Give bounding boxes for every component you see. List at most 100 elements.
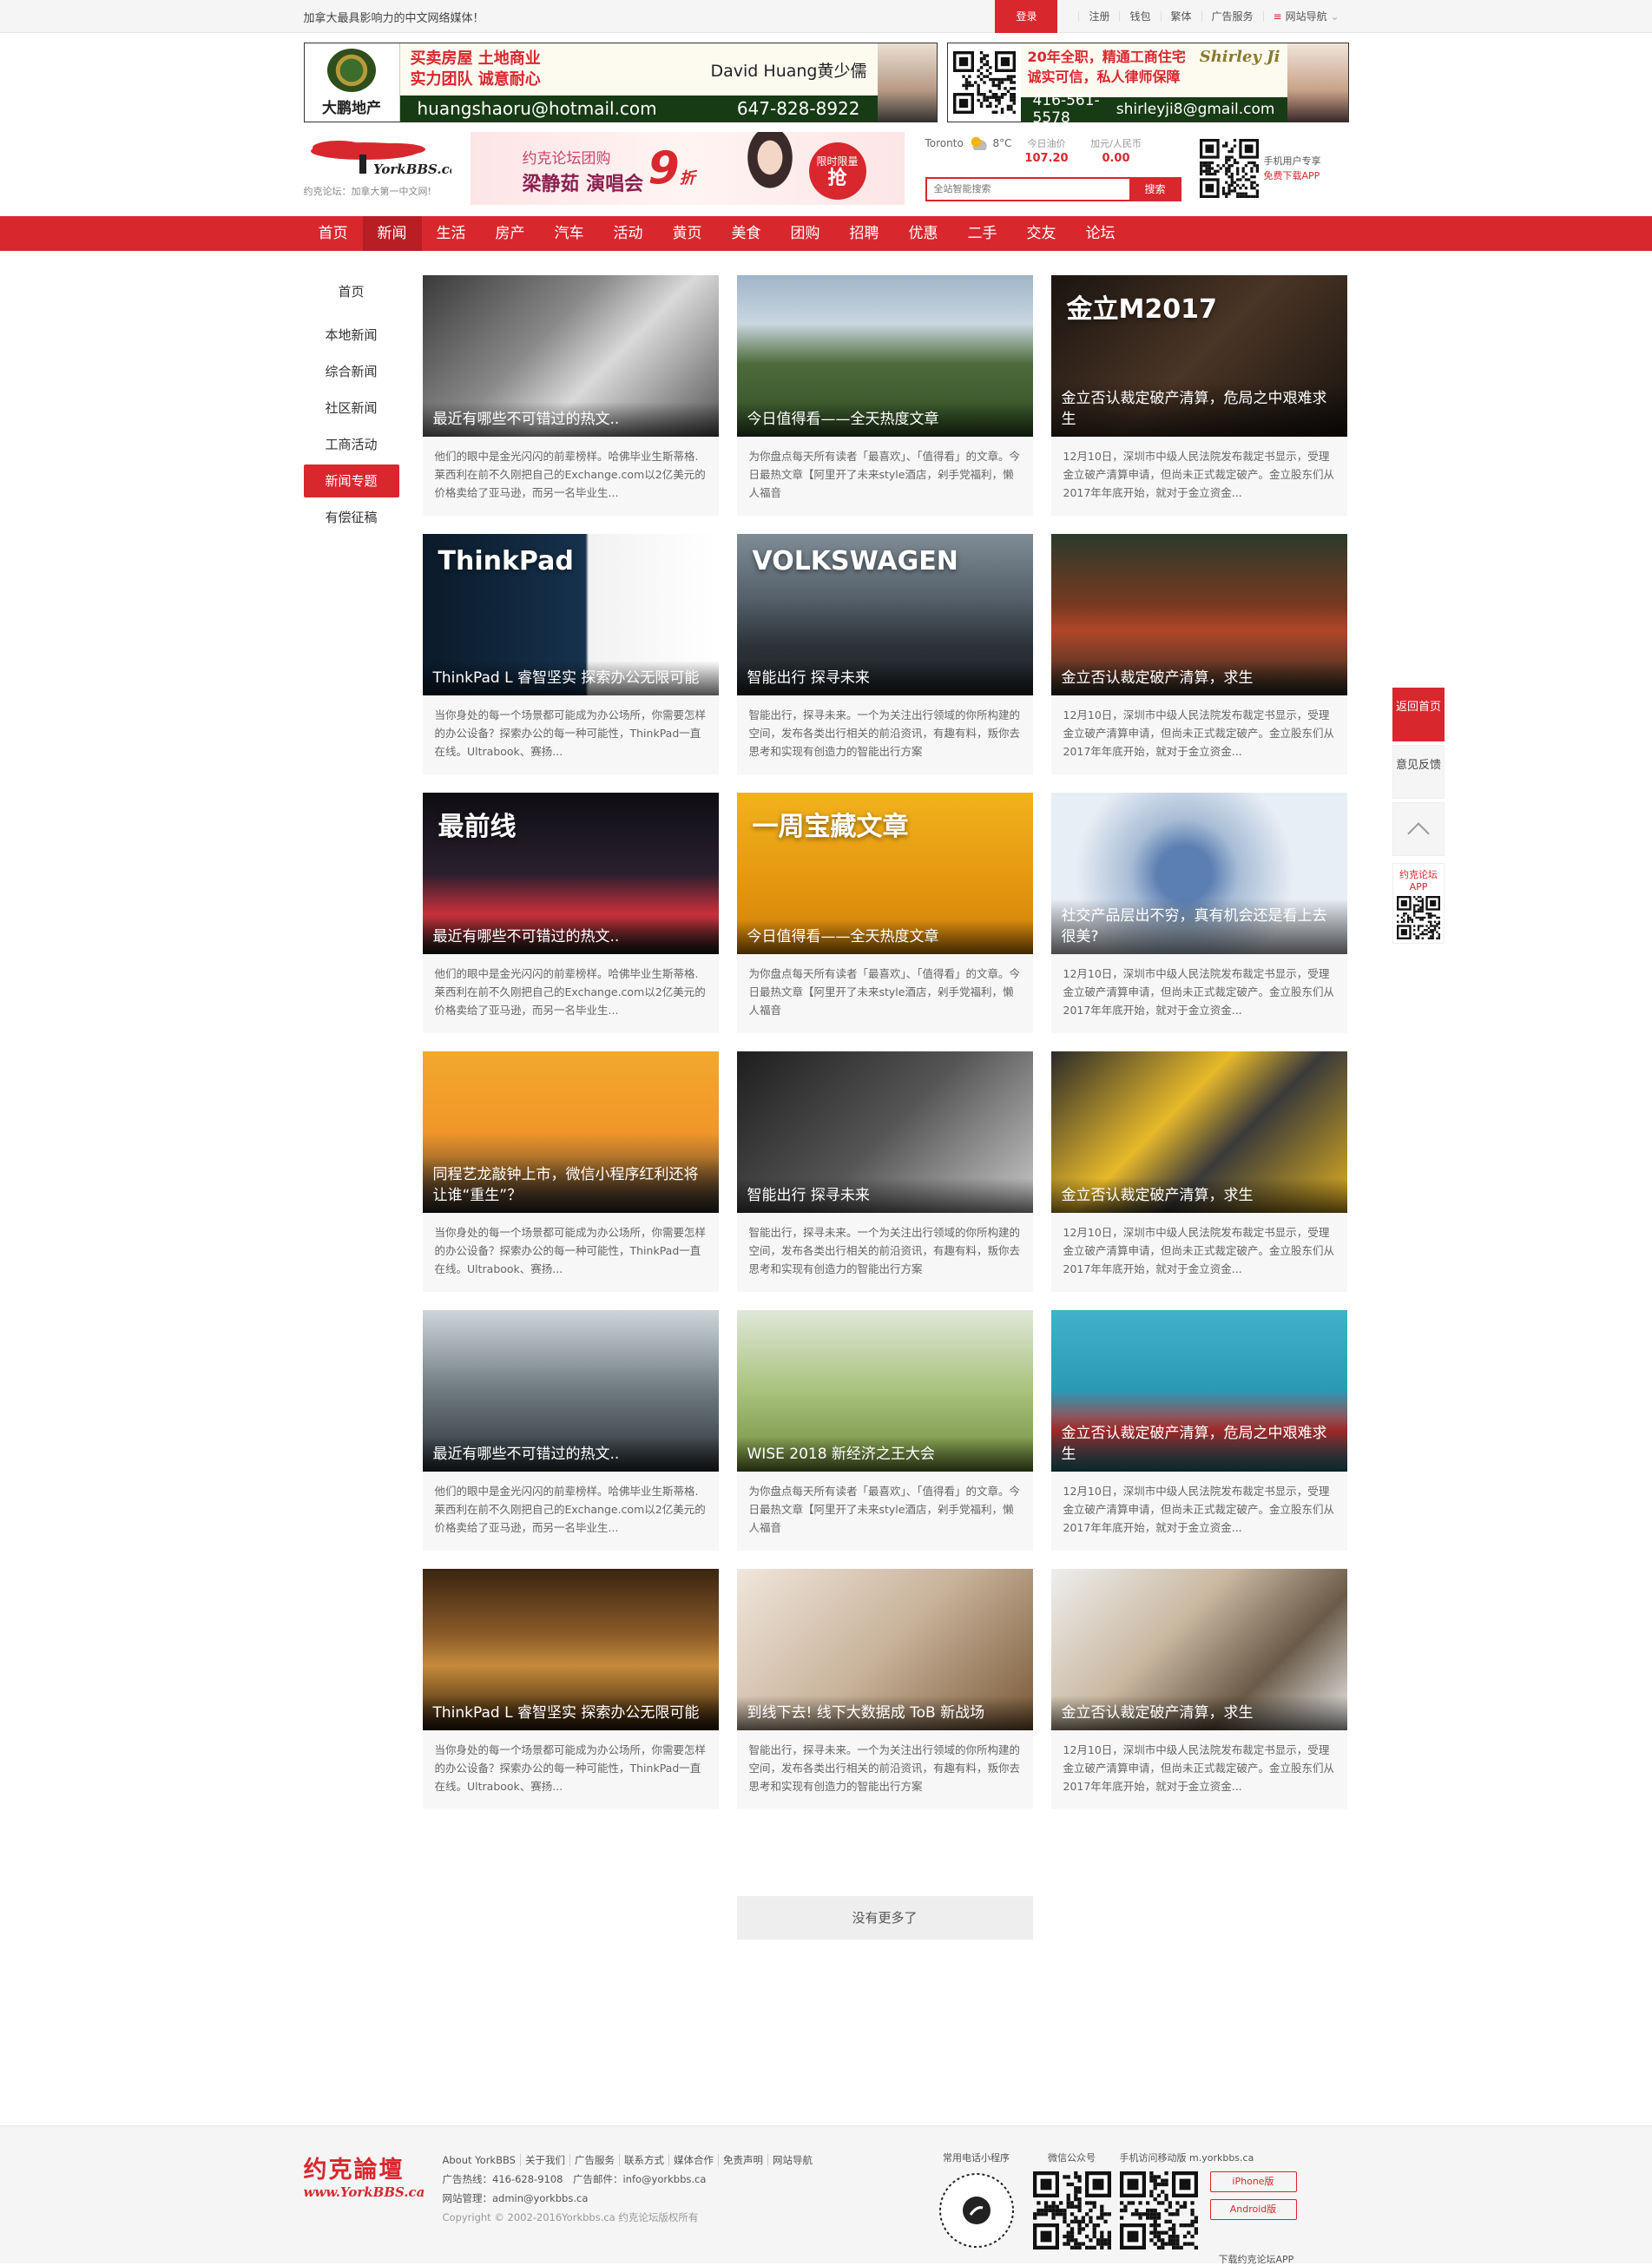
- news-card[interactable]: 金立否认裁定破产清算，求生 12月10日，深圳市中级人民法院发布裁定书显示，受理金…: [1050, 1051, 1347, 1292]
- search-button[interactable]: 搜索: [1129, 176, 1181, 201]
- nav-item[interactable]: 生活: [422, 216, 481, 251]
- nav-item[interactable]: 新闻: [362, 216, 422, 251]
- news-card[interactable]: 一周宝藏文章 今日值得看——全天热度文章 为你盘点每天所有读者「最喜欢」、「值得看」…: [736, 793, 1033, 1033]
- footer-link[interactable]: 媒体合作: [668, 2154, 718, 2166]
- news-card-title[interactable]: 今日值得看——全天热度文章: [736, 402, 1033, 437]
- news-card-title[interactable]: 最近有哪些不可错过的热文..: [422, 919, 719, 954]
- float-toolbar: 返回首页 意见反馈 约克论坛APP: [1392, 688, 1445, 944]
- nav-item[interactable]: 论坛: [1071, 216, 1130, 251]
- wallet-link[interactable]: 钱包: [1119, 11, 1160, 22]
- main-nav: 首页 新闻 生活 房产 汽车 活动 黄页 美食 团购 招聘 优惠 二手 交友 论坛: [0, 216, 1652, 251]
- footer-link[interactable]: About YorkBBS: [443, 2154, 520, 2166]
- register-link[interactable]: 注册: [1078, 11, 1119, 22]
- news-card[interactable]: 同程艺龙敲钟上市，微信小程序红利还将让谁“重生”？ 当你身处的每一个场景都可能成为…: [422, 1051, 719, 1292]
- footer-logo[interactable]: 约克論壇 www.YorkBBS.ca: [304, 2151, 443, 2266]
- news-card[interactable]: ThinkPad L 睿智坚实 探索办公无限可能当你身处的每一个场景都可能成为办…: [422, 1569, 719, 1809]
- side-menu-item[interactable]: 本地新闻: [304, 319, 399, 352]
- footer-link[interactable]: 联系方式: [618, 2154, 668, 2166]
- ad-banner-realestate[interactable]: 大鹏地产 买卖房屋 土地商业 实力团队 诚意耐心 David Huang黄少儒 h…: [303, 43, 938, 122]
- news-card[interactable]: 今日值得看——全天热度文章 为你盘点每天所有读者「最喜欢」、「值得看」的文章。今日…: [736, 275, 1033, 516]
- news-card-title[interactable]: ThinkPad L 睿智坚实 探索办公无限可能: [422, 1696, 719, 1730]
- group-buy-banner[interactable]: 约克论坛团购 梁静茹 演唱会 9折 限时限量抢: [470, 132, 905, 205]
- nav-item[interactable]: 首页: [304, 216, 363, 251]
- news-card[interactable]: 到线下去! 线下大数据成 ToB 新战场 智能出行，探寻未来。一个为关注出行领域的…: [736, 1569, 1033, 1809]
- news-card[interactable]: 最近有哪些不可错过的热文.. 他们的眼中是金光闪闪的前辈榜样。哈佛毕业生斯蒂格.莱…: [422, 275, 719, 516]
- app-qr-box[interactable]: 约克论坛APP: [1392, 863, 1445, 944]
- news-card-title[interactable]: 最近有哪些不可错过的热文..: [422, 402, 719, 437]
- news-card-summary: 智能出行，探寻未来。一个为关注出行领域的你所构建的空间，发布各类出行相关的前沿资…: [748, 1226, 1021, 1275]
- chevron-down-icon: ⌄: [1330, 10, 1339, 23]
- news-card-title[interactable]: 今日值得看——全天热度文章: [736, 919, 1033, 954]
- site-logo[interactable]: YorkBBS.ca 约克论坛：加拿大第一中文网!: [304, 139, 460, 198]
- news-card[interactable]: 金立M2017 金立否认裁定破产清算，危局之中艰难求生 12月10日，深圳市中级人民…: [1050, 275, 1347, 516]
- news-card-title[interactable]: 金立否认裁定破产清算，危局之中艰难求生: [1050, 1416, 1347, 1472]
- news-card-title[interactable]: 社交产品层出不穷，真有机会还是看上去很美?: [1050, 899, 1347, 954]
- nav-item[interactable]: 招聘: [835, 216, 894, 251]
- news-card-title[interactable]: 金立否认裁定破产清算，求生: [1050, 1696, 1347, 1730]
- header: YorkBBS.ca 约克论坛：加拿大第一中文网! 约克论坛团购 梁静茹 演唱会…: [304, 129, 1349, 207]
- nav-item[interactable]: 二手: [953, 216, 1012, 251]
- news-card-title[interactable]: 最近有哪些不可错过的热文..: [422, 1437, 719, 1472]
- news-card-summary: 他们的眼中是金光闪闪的前辈榜样。哈佛毕业生斯蒂格.莱西利在前不久刚把自己的Exc…: [434, 1485, 706, 1534]
- singer-photo: [734, 132, 805, 205]
- side-menu-item[interactable]: 工商活动: [304, 428, 399, 461]
- news-card-summary: 当你身处的每一个场景都可能成为办公场所，你需要怎样的办公设备？探索办公的每一种可…: [434, 1743, 707, 1793]
- news-card[interactable]: 最前线 最近有哪些不可错过的热文.. 他们的眼中是金光闪闪的前辈榜样。哈佛毕业生斯蒂…: [422, 793, 719, 1033]
- news-card-title[interactable]: ThinkPad L 睿智坚实 探索办公无限可能: [422, 661, 719, 695]
- traditional-chinese-link[interactable]: 繁体: [1160, 11, 1201, 22]
- info-panel: Toronto8°C 今日油价107.20 加元/人民币0.00 搜索: [925, 135, 1182, 201]
- scroll-top-button[interactable]: [1392, 802, 1445, 856]
- news-card[interactable]: ThinkPad ThinkPad L 睿智坚实 探索办公无限可能 当你身处的每一个…: [422, 534, 719, 774]
- nav-item[interactable]: 优惠: [894, 216, 953, 251]
- image-overlay-text: ThinkPad: [438, 546, 574, 576]
- news-card-title[interactable]: 到线下去! 线下大数据成 ToB 新战场: [736, 1696, 1033, 1730]
- side-menu-item[interactable]: 社区新闻: [304, 392, 399, 425]
- news-card[interactable]: 金立否认裁定破产清算，求生 12月10日，深圳市中级人民法院发布裁定书显示，受理金…: [1050, 1569, 1347, 1809]
- search-input[interactable]: [925, 176, 1129, 201]
- news-card[interactable]: 最近有哪些不可错过的热文.. 他们的眼中是金光闪闪的前辈榜样。哈佛毕业生斯蒂格.莱…: [422, 1310, 719, 1551]
- app-download[interactable]: 手机用户专享 免费下载APP: [1199, 139, 1321, 198]
- nav-item[interactable]: 黄页: [658, 216, 717, 251]
- news-card-title[interactable]: 金立否认裁定破产清算，求生: [1050, 661, 1347, 695]
- news-card-summary: 12月10日，深圳市中级人民法院发布裁定书显示，受理金立破产清算申请，但尚未正式…: [1063, 1743, 1335, 1793]
- news-card[interactable]: 金立否认裁定破产清算，危局之中艰难求生 12月10日，深圳市中级人民法院发布裁定书…: [1050, 1310, 1347, 1551]
- side-menu-item[interactable]: 综合新闻: [304, 355, 399, 388]
- footer-link[interactable]: 网站导航: [767, 2154, 817, 2166]
- nav-item[interactable]: 团购: [776, 216, 835, 251]
- news-card-title[interactable]: 同程艺龙敲钟上市，微信小程序红利还将让谁“重生”？: [422, 1157, 719, 1213]
- news-card-title[interactable]: 金立否认裁定破产清算，求生: [1050, 1178, 1347, 1213]
- news-card-title[interactable]: WISE 2018 新经济之王大会: [736, 1437, 1033, 1472]
- nav-item[interactable]: 美食: [717, 216, 776, 251]
- nav-item[interactable]: 房产: [481, 216, 540, 251]
- news-card[interactable]: 社交产品层出不穷，真有机会还是看上去很美? 12月10日，深圳市中级人民法院发布裁…: [1050, 793, 1347, 1033]
- news-card-title[interactable]: 金立否认裁定破产清算，危局之中艰难求生: [1050, 381, 1347, 437]
- news-card-title[interactable]: 智能出行 探寻未来: [736, 661, 1033, 695]
- back-home-button[interactable]: 返回首页: [1392, 688, 1445, 741]
- ad-service-link[interactable]: 广告服务: [1201, 11, 1263, 22]
- nav-item[interactable]: 汽车: [540, 216, 599, 251]
- news-card[interactable]: WISE 2018 新经济之王大会 为你盘点每天所有读者「最喜欢」、「值得看」的文…: [736, 1310, 1033, 1551]
- ad-banner-agent[interactable]: 20年全职，精通工商住宅 诚实可信，私人律师保障 Shirley Ji 416-56…: [946, 43, 1349, 127]
- news-card-title[interactable]: 智能出行 探寻未来: [736, 1178, 1033, 1213]
- nav-item[interactable]: 交友: [1012, 216, 1071, 251]
- mini-program-qr[interactable]: 常用电话小程序: [929, 2151, 1024, 2266]
- news-card[interactable]: 智能出行 探寻未来智能出行，探寻未来。一个为关注出行领域的你所构建的空间，发布各…: [736, 1051, 1033, 1292]
- news-card[interactable]: VOLKSWAGEN 智能出行 探寻未来 智能出行，探寻未来。一个为关注出行领域的你…: [736, 534, 1033, 774]
- nav-item[interactable]: 活动: [599, 216, 658, 251]
- menu-icon: ≡: [1273, 10, 1282, 23]
- side-menu-item[interactable]: 首页: [304, 275, 399, 308]
- side-menu-item[interactable]: 新闻专题: [303, 464, 399, 497]
- feedback-button[interactable]: 意见反馈: [1392, 745, 1445, 799]
- site-nav-dropdown[interactable]: ≡ 网站导航 ⌄: [1262, 10, 1349, 23]
- android-button[interactable]: Android版: [1209, 2199, 1297, 2220]
- footer-link[interactable]: 广告服务: [569, 2154, 619, 2166]
- iphone-button[interactable]: iPhone版: [1209, 2171, 1297, 2192]
- news-card[interactable]: 金立否认裁定破产清算，求生 12月10日，深圳市中级人民法院发布裁定书显示，受理金…: [1050, 534, 1347, 774]
- footer-link[interactable]: 关于我们: [519, 2154, 569, 2166]
- weather-widget[interactable]: Toronto 8°C: [925, 135, 1012, 150]
- load-more-button[interactable]: 没有更多了: [736, 1896, 1033, 1940]
- side-menu-item[interactable]: 有偿征稿: [304, 501, 399, 534]
- login-button[interactable]: 登录: [995, 0, 1058, 33]
- wechat-qr[interactable]: 微信公众号: [1024, 2151, 1120, 2266]
- footer-link[interactable]: 免责声明: [717, 2154, 767, 2166]
